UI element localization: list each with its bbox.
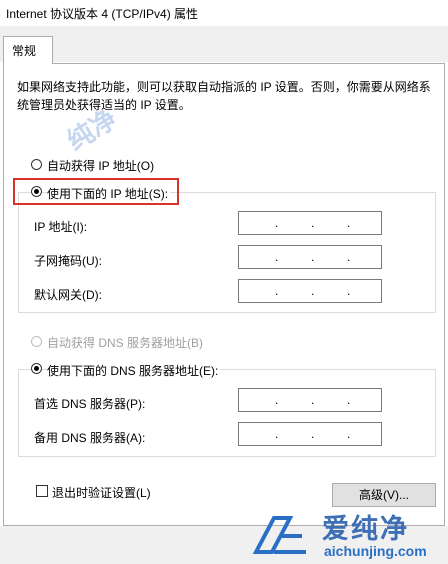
- default-gateway-label: 默认网关(D):: [34, 288, 102, 302]
- tab-general-label: 常规: [12, 44, 37, 58]
- preferred-dns-input[interactable]: . . .: [238, 388, 382, 412]
- highlight-box: [13, 178, 179, 205]
- advanced-button[interactable]: 高级(V)...: [332, 483, 436, 507]
- auto-dns-radio[interactable]: [31, 336, 42, 347]
- tab-strip: [0, 26, 448, 62]
- manual-dns-radio[interactable]: [31, 363, 42, 374]
- subnet-mask-input[interactable]: . . .: [238, 245, 382, 269]
- subnet-mask-label: 子网掩码(U):: [34, 254, 102, 268]
- auto-ip-label[interactable]: 自动获得 IP 地址(O): [47, 157, 154, 174]
- alternate-dns-label: 备用 DNS 服务器(A):: [34, 431, 146, 445]
- auto-ip-radio[interactable]: [31, 159, 42, 170]
- title-bar: Internet 协议版本 4 (TCP/IPv4) 属性: [0, 0, 448, 26]
- watermark-logo-icon: [252, 516, 306, 554]
- validate-checkbox[interactable]: [36, 485, 48, 497]
- auto-dns-label[interactable]: 自动获得 DNS 服务器地址(B): [47, 334, 203, 351]
- watermark-brand: 爱纯净: [322, 514, 409, 544]
- manual-dns-label[interactable]: 使用下面的 DNS 服务器地址(E):: [47, 362, 221, 379]
- tab-general[interactable]: 常规: [3, 36, 53, 64]
- window-title: Internet 协议版本 4 (TCP/IPv4) 属性: [6, 7, 199, 21]
- ip-address-label: IP 地址(I):: [34, 220, 88, 234]
- default-gateway-input[interactable]: . . .: [238, 279, 382, 303]
- watermark-url: aichunjing.com: [324, 543, 427, 559]
- preferred-dns-label: 首选 DNS 服务器(P):: [34, 397, 146, 411]
- alternate-dns-input[interactable]: . . .: [238, 422, 382, 446]
- ip-address-input[interactable]: . . .: [238, 211, 382, 235]
- description-text: 如果网络支持此功能，则可以获取自动指派的 IP 设置。否则，你需要从网络系统管理…: [17, 80, 431, 112]
- validate-label[interactable]: 退出时验证设置(L): [52, 484, 151, 501]
